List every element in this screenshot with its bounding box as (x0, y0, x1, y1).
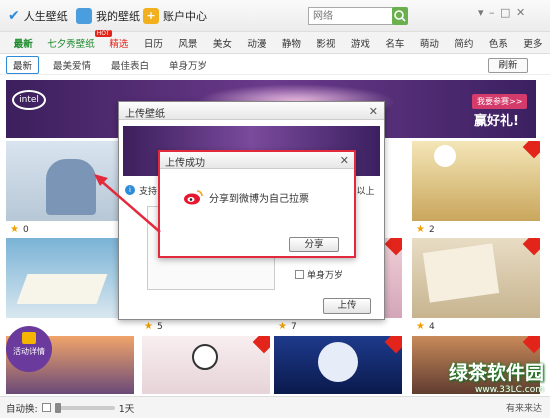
watermark-url: www.33LC.com (475, 385, 544, 395)
tile-meta: ★ 5 (144, 321, 163, 332)
toggle-checkbox[interactable] (41, 403, 51, 412)
moon-image (318, 342, 358, 382)
search-icon (394, 10, 406, 22)
banner-cta-button[interactable]: 我要参赛>> (472, 94, 528, 109)
subtab[interactable]: 最佳表白 (105, 57, 155, 73)
cartoon-image (192, 344, 218, 370)
close-icon[interactable]: ✕ (369, 105, 378, 118)
like-count: 0 (22, 224, 29, 235)
new-ribbon (522, 141, 540, 159)
book-image (16, 274, 108, 304)
category-tab[interactable]: 七夕秀壁纸 HOT (41, 29, 112, 50)
category-tab[interactable]: 美女 (205, 36, 240, 50)
heart-balloon-image (434, 145, 456, 167)
upload-dialog-title: 上传壁纸 (125, 109, 165, 120)
activity-label: 活动详情 (13, 347, 45, 356)
app-title-button[interactable]: ✔ 人生壁纸 (8, 6, 68, 26)
like-count: 5 (156, 321, 163, 332)
subtab-bar: 最新 最美爱情 最佳表白 单身万岁 (0, 55, 550, 75)
auto-change-label: 自动换: (6, 403, 38, 415)
category-tab[interactable]: 最新 (6, 36, 41, 50)
my-wallpaper-button[interactable]: 我的壁纸 (76, 6, 140, 26)
new-ribbon (384, 336, 402, 354)
tile-meta: ★ 2 (416, 224, 435, 235)
subtab[interactable]: 最新 (6, 55, 40, 74)
wallpaper-tile[interactable] (412, 141, 540, 221)
plus-icon: + (143, 8, 159, 24)
upload-dialog-titlebar: 上传壁纸 ✕ (119, 102, 384, 120)
like-count: 7 (290, 321, 297, 332)
minimize-icon[interactable]: – (489, 6, 496, 19)
slider-thumb[interactable] (54, 402, 61, 413)
activity-button[interactable]: 活动详情 (6, 326, 52, 372)
tile-meta: ★ 7 (278, 321, 297, 332)
intel-logo: intel (12, 90, 46, 110)
category-tab[interactable]: 影视 (309, 36, 344, 50)
new-ribbon (252, 336, 270, 354)
category-tab[interactable]: 名车 (378, 36, 413, 50)
wallpaper-tile[interactable] (6, 238, 134, 318)
interval-value: 1天 (118, 403, 135, 415)
close-window-icon[interactable]: ✕ (516, 6, 526, 19)
wallpaper-tile[interactable] (274, 336, 402, 394)
checkbox-label: 单身万岁 (307, 271, 344, 281)
new-ribbon (384, 238, 402, 256)
footer-text: 有来来达 (505, 404, 542, 414)
star-icon: ★ (10, 224, 19, 235)
gift-icon (22, 332, 36, 344)
user-icon (76, 8, 92, 24)
category-tab[interactable]: 静物 (274, 36, 309, 50)
star-icon: ★ (278, 321, 287, 332)
star-icon: ★ (144, 321, 153, 332)
status-bar: 自动换: 1天 有来来达 (0, 396, 550, 418)
watermark: 绿茶软件园 www.33LC.com (418, 358, 544, 395)
account-center-button[interactable]: + 账户中心 (143, 6, 207, 26)
new-ribbon (522, 336, 540, 354)
new-ribbon (522, 238, 540, 256)
search-button[interactable] (392, 7, 408, 25)
category-tab[interactable]: 色系 (481, 36, 516, 50)
category-tab[interactable]: 动漫 (240, 36, 275, 50)
category-tab[interactable]: 更多 (516, 36, 550, 50)
category-tab[interactable]: 游戏 (343, 36, 378, 50)
category-tab[interactable]: 萌动 (412, 36, 447, 50)
refresh-button[interactable]: 刷新 (488, 58, 528, 73)
like-count: 2 (428, 224, 435, 235)
wallpaper-tile[interactable] (412, 238, 540, 318)
couple-image (46, 159, 96, 215)
wallpaper-tile[interactable] (142, 336, 270, 394)
category-bar: 最新 七夕秀壁纸 HOT 精选 日历 风景 美女 动漫 静物 影视 游戏 名车 萌动 简约 色系 更多 (0, 29, 550, 54)
single-checkbox-row[interactable]: 单身万岁 (295, 268, 343, 281)
highlight-frame (158, 150, 356, 258)
window-controls: ▾ – □ ✕ (478, 6, 526, 19)
search-input[interactable] (308, 7, 398, 25)
category-tab[interactable]: 日历 (136, 36, 171, 50)
subtab[interactable]: 最美爱情 (47, 57, 97, 73)
category-tab[interactable]: 简约 (447, 36, 482, 50)
checkbox[interactable] (295, 270, 304, 279)
tile-meta: ★ 4 (416, 321, 435, 332)
postcard-image (422, 243, 500, 303)
account-center-label: 账户中心 (163, 10, 207, 23)
upload-button[interactable]: 上传 (323, 298, 371, 314)
menu-icon[interactable]: ▾ (478, 6, 485, 19)
category-tab[interactable]: 风景 (171, 36, 206, 50)
category-tab[interactable]: 精选 (102, 36, 137, 50)
like-count: 4 (428, 321, 435, 332)
interval-slider[interactable] (54, 402, 115, 413)
subtab[interactable]: 单身万岁 (163, 57, 213, 73)
app-title: 人生壁纸 (23, 10, 68, 23)
my-wallpaper-label: 我的壁纸 (96, 10, 140, 23)
banner-prize-text: 赢好礼! (474, 114, 519, 129)
watermark-brand: 绿茶软件园 (448, 362, 544, 384)
maximize-icon[interactable]: □ (500, 6, 511, 19)
annotation-arrow (94, 174, 161, 233)
star-icon: ★ (416, 321, 425, 332)
star-icon: ★ (416, 224, 425, 235)
tile-meta: ★ 0 (10, 224, 29, 235)
app-logo-icon: ✔ (8, 8, 20, 24)
